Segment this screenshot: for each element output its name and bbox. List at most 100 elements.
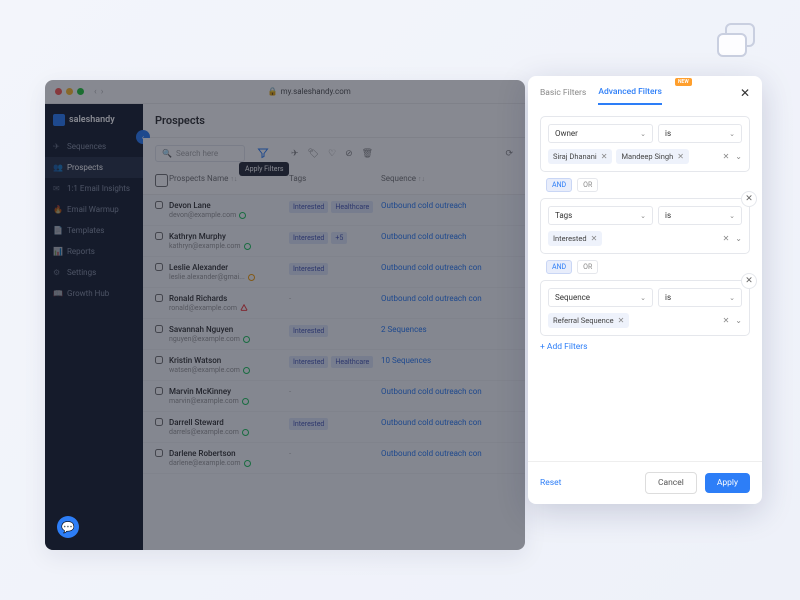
delete-icon[interactable]: 🗑 <box>362 149 373 159</box>
reset-link[interactable]: Reset <box>540 478 561 488</box>
field-select[interactable]: Sequence⌄ <box>548 288 653 307</box>
sequence-link[interactable]: Outbound cold outreach con <box>381 387 513 396</box>
row-checkbox[interactable] <box>155 232 163 240</box>
chip-remove-icon[interactable]: ✕ <box>591 234 598 243</box>
remove-group-icon[interactable]: ✕ <box>741 191 757 207</box>
row-checkbox[interactable] <box>155 201 163 209</box>
sidebar-item-growth-hub[interactable]: 📖Growth Hub <box>45 283 143 304</box>
table-row[interactable]: Marvin McKinneymarvin@example.com -Outbo… <box>143 381 525 412</box>
row-checkbox[interactable] <box>155 325 163 333</box>
connector-and[interactable]: AND <box>546 260 572 274</box>
tag-chip[interactable]: Interested <box>289 356 328 368</box>
sequence-link[interactable]: Outbound cold outreach con <box>381 449 513 458</box>
url-bar[interactable]: 🔒my.saleshandy.com <box>103 87 515 96</box>
close-panel-icon[interactable]: ✕ <box>740 86 750 106</box>
sidebar-item-email-warmup[interactable]: 🔥Email Warmup <box>45 199 143 220</box>
sidebar-item-reports[interactable]: 📊Reports <box>45 241 143 262</box>
menu-icon: ✈ <box>53 142 62 151</box>
row-checkbox[interactable] <box>155 387 163 395</box>
table-row[interactable]: Darrell Stewarddarrels@example.com Inter… <box>143 412 525 443</box>
tag-chip[interactable]: Healthcare <box>331 356 373 368</box>
field-select[interactable]: Owner⌄ <box>548 124 653 143</box>
sequence-link[interactable]: 10 Sequences <box>381 356 513 365</box>
sidebar-item-templates[interactable]: 📄Templates <box>45 220 143 241</box>
table-row[interactable]: Devon Lanedevon@example.com InterestedHe… <box>143 195 525 226</box>
chevron-down-icon[interactable]: ⌄ <box>735 234 742 243</box>
shield-icon[interactable]: ♡ <box>328 149 336 159</box>
row-checkbox[interactable] <box>155 263 163 271</box>
table-row[interactable]: Ronald Richardsronald@example.com -Outbo… <box>143 288 525 319</box>
sidebar-item-sequences[interactable]: ✈Sequences <box>45 136 143 157</box>
sequence-link[interactable]: Outbound cold outreach <box>381 201 513 210</box>
filter-chip[interactable]: Interested✕ <box>548 231 602 246</box>
sidebar-item-label: Email Warmup <box>67 205 119 214</box>
chevron-down-icon[interactable]: ⌄ <box>735 152 742 161</box>
cancel-button[interactable]: Cancel <box>645 472 697 494</box>
tag-chip[interactable]: +5 <box>331 232 347 244</box>
table-row[interactable]: Kristin Watsonwatsen@example.com Interes… <box>143 350 525 381</box>
tag-chip[interactable]: Healthcare <box>331 201 373 213</box>
connector-and[interactable]: AND <box>546 178 572 192</box>
new-badge: NEW <box>675 78 692 86</box>
chip-remove-icon[interactable]: ✕ <box>601 152 608 161</box>
filter-group: ✕Sequence⌄is⌄Referral Sequence✕✕⌄ <box>540 280 750 336</box>
tag-chip[interactable]: Interested <box>289 418 328 430</box>
chip-clear-icon[interactable]: ✕ <box>723 234 730 243</box>
col-sequence[interactable]: Sequence↑↓ <box>381 174 513 189</box>
col-name[interactable]: Prospects Name↑↓ <box>169 174 289 189</box>
chip-clear-icon[interactable]: ✕ <box>723 152 730 161</box>
apply-button[interactable]: Apply <box>705 473 750 493</box>
sidebar-item--email-insights[interactable]: ✉1:1 Email Insights <box>45 178 143 199</box>
prospect-name: Darlene Robertson <box>169 449 289 458</box>
sidebar-item-prospects[interactable]: 👥Prospects <box>45 157 143 178</box>
table-row[interactable]: Darlene Robertsondarlene@example.com -Ou… <box>143 443 525 474</box>
table-row[interactable]: Savannah Nguyennguyen@example.com Intere… <box>143 319 525 350</box>
row-checkbox[interactable] <box>155 449 163 457</box>
tag-chip[interactable]: Interested <box>289 201 328 213</box>
operator-select[interactable]: is⌄ <box>658 124 742 143</box>
filter-chip[interactable]: Siraj Dhanani✕ <box>548 149 612 164</box>
chip-clear-icon[interactable]: ✕ <box>723 316 730 325</box>
chip-remove-icon[interactable]: ✕ <box>677 152 684 161</box>
chip-remove-icon[interactable]: ✕ <box>618 316 625 325</box>
sidebar-item-label: Reports <box>67 247 95 256</box>
row-checkbox[interactable] <box>155 294 163 302</box>
add-filters-link[interactable]: + Add Filters <box>540 342 750 352</box>
row-checkbox[interactable] <box>155 418 163 426</box>
remove-group-icon[interactable]: ✕ <box>741 273 757 289</box>
toolbar: 🔍 Search here Apply Filters ✈ 🏷 ♡ ⊘ 🗑 ⟳ <box>143 138 525 169</box>
filter-button[interactable]: Apply Filters <box>257 144 269 163</box>
tab-basic-filters[interactable]: Basic Filters <box>540 88 586 104</box>
sequence-link[interactable]: 2 Sequences <box>381 325 513 334</box>
table-row[interactable]: Kathryn Murphykathryn@example.com Intere… <box>143 226 525 257</box>
row-checkbox[interactable] <box>155 356 163 364</box>
tag-chip[interactable]: Interested <box>289 232 328 244</box>
prospect-email: watsen@example.com <box>169 366 289 374</box>
connector-or[interactable]: OR <box>577 260 598 274</box>
sequence-link[interactable]: Outbound cold outreach con <box>381 294 513 303</box>
operator-select[interactable]: is⌄ <box>658 206 742 225</box>
tab-advanced-filters[interactable]: Advanced Filters <box>598 87 662 105</box>
tag-chip[interactable]: Interested <box>289 325 328 337</box>
filter-chip[interactable]: Referral Sequence✕ <box>548 313 629 328</box>
nav-arrows[interactable]: ‹› <box>94 87 103 97</box>
send-icon[interactable]: ✈ <box>291 149 299 159</box>
tag-icon[interactable]: 🏷 <box>308 149 319 159</box>
tag-chip[interactable]: Interested <box>289 263 328 275</box>
chat-bubble-icon[interactable]: 💬 <box>57 516 79 538</box>
select-all-checkbox[interactable] <box>155 174 168 187</box>
chevron-down-icon[interactable]: ⌄ <box>735 316 742 325</box>
refresh-icon[interactable]: ⟳ <box>505 149 513 159</box>
filter-chip[interactable]: Mandeep Singh✕ <box>616 149 689 164</box>
search-input[interactable]: 🔍 Search here <box>155 145 245 162</box>
sequence-link[interactable]: Outbound cold outreach <box>381 232 513 241</box>
field-select[interactable]: Tags⌄ <box>548 206 653 225</box>
sequence-link[interactable]: Outbound cold outreach con <box>381 418 513 427</box>
block-icon[interactable]: ⊘ <box>345 149 353 159</box>
table-row[interactable]: Leslie Alexanderleslie.alexander@gmai...… <box>143 257 525 288</box>
operator-select[interactable]: is⌄ <box>658 288 742 307</box>
connector-or[interactable]: OR <box>577 178 598 192</box>
sequence-link[interactable]: Outbound cold outreach con <box>381 263 513 272</box>
prospect-email: nguyen@example.com <box>169 335 289 343</box>
sidebar-item-settings[interactable]: ⚙Settings <box>45 262 143 283</box>
